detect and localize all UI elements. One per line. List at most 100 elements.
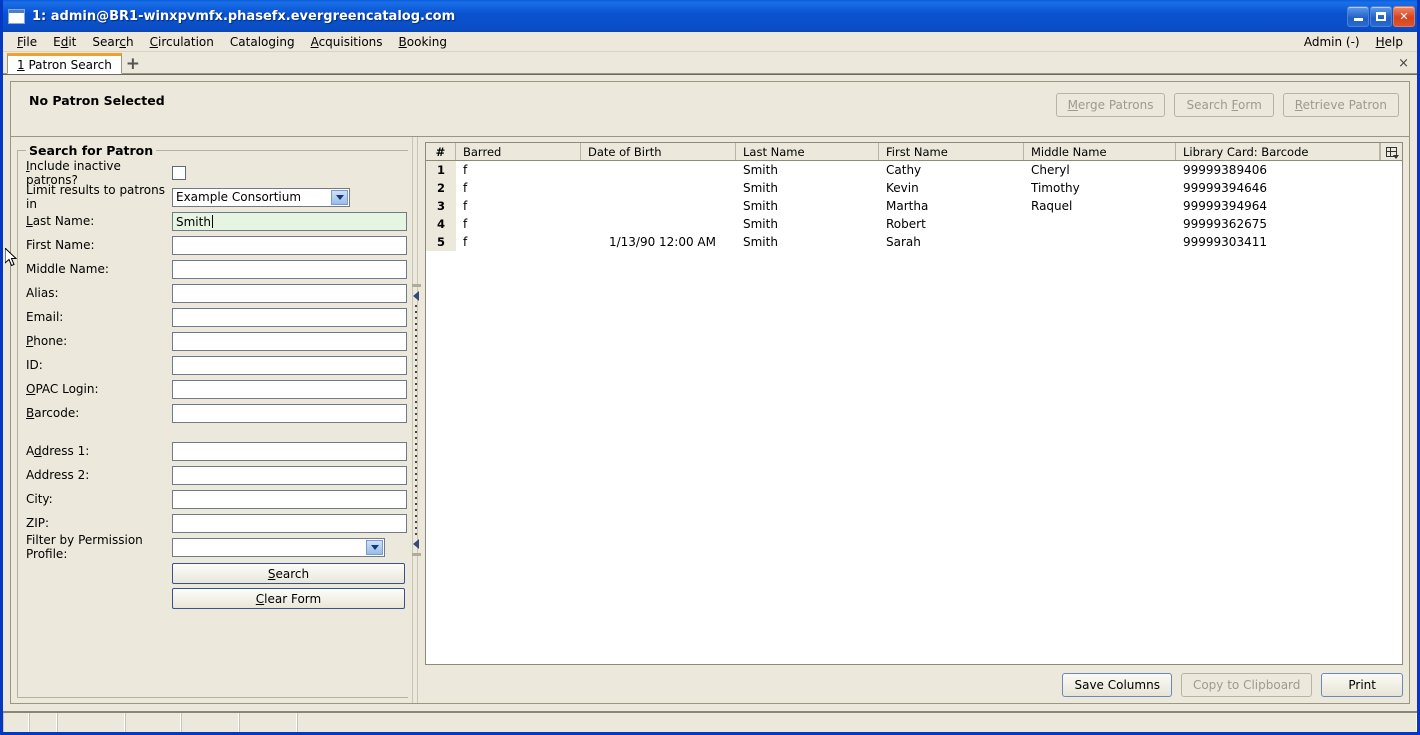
permission-profile-select[interactable] [172,537,385,557]
field-row-address-2: Address 2: [26,463,407,487]
collapse-left-arrow-icon-2[interactable] [413,539,419,549]
field-row-first-name: First Name: [26,233,407,257]
status-segment-5 [181,713,239,732]
column-picker-button[interactable] [1380,143,1402,160]
print-button[interactable]: Print [1321,672,1403,697]
include-inactive-checkbox[interactable] [172,166,186,180]
merge-patrons-button[interactable]: Merge Patrons [1055,93,1166,117]
zip-input[interactable] [172,513,407,533]
search-for-patron-group: Search for Patron Include inactive patro… [17,143,408,698]
collapse-left-arrow-icon[interactable] [413,291,419,301]
search-form-button[interactable]: Search Form [1174,93,1274,117]
last-name-label: Last Name: [26,214,95,228]
cell-num: 5 [426,233,456,251]
cell-barred: f [463,199,468,213]
chevron-down-icon [366,539,383,555]
menu-search[interactable]: Search [84,34,141,50]
patron-status-label: No Patron Selected [29,93,165,108]
menu-booking[interactable]: Booking [391,34,455,50]
permission-profile-label: Filter by Permission Profile: [26,533,143,561]
alias-label: Alias: [26,286,59,300]
cell-dob: 1/13/90 12:00 AM [608,235,716,249]
close-button[interactable]: ✕ [1393,5,1415,27]
middle-name-label: Middle Name: [26,262,109,276]
field-row-barcode: Barcode: [26,401,407,425]
menu-acquisitions[interactable]: Acquisitions [303,34,391,50]
column-header-first[interactable]: First Name [879,143,1024,160]
barcode-input[interactable] [172,403,407,423]
column-header-num[interactable]: # [426,143,456,160]
limit-results-label: Limit results to patrons in [26,183,165,211]
maximize-button[interactable] [1370,5,1392,27]
table-row[interactable]: 3 f Smith Martha Raquel 99999394964 [426,197,1402,215]
close-tab-icon[interactable]: × [1398,56,1409,71]
table-row[interactable]: 1 f Smith Cathy Cheryl 99999389406 [426,161,1402,179]
mouse-cursor [5,248,18,267]
column-header-last[interactable]: Last Name [736,143,879,160]
tab-number: 1 [17,57,25,72]
limit-results-select[interactable]: Example Consortium [172,187,350,207]
field-row-phone: Phone: [26,329,407,353]
menu-admin[interactable]: Admin (-) [1296,34,1368,50]
cell-middle [1024,233,1176,251]
table-row[interactable]: 4 f Smith Robert 99999362675 [426,215,1402,233]
cell-first: Robert [886,217,926,231]
address-1-input[interactable] [172,441,407,461]
clear-form-button[interactable]: Clear Form [172,588,405,609]
email-input[interactable] [172,307,407,327]
field-row-include-inactive: Include inactive patrons? [26,159,407,187]
id-input[interactable] [172,355,407,375]
column-header-dob[interactable]: Date of Birth [581,143,736,160]
address-2-label: Address 2: [26,468,90,482]
chevron-down-icon [331,189,348,205]
minimize-button[interactable] [1347,5,1369,27]
cell-middle [1024,215,1176,233]
cell-last: Smith [743,163,778,177]
address-1-label: Address 1: [26,444,90,458]
new-tab-button[interactable]: + [122,53,144,74]
menu-help[interactable]: Help [1368,34,1411,50]
save-columns-button[interactable]: Save Columns [1062,672,1172,697]
status-segment-3 [57,713,125,732]
splitter-grip[interactable] [415,305,417,535]
cell-barcode: 99999394646 [1183,181,1267,195]
menu-edit[interactable]: Edit [45,34,84,50]
splitter-cap-top [411,284,421,287]
first-name-input[interactable] [172,235,407,255]
menu-cataloging[interactable]: Cataloging [222,34,303,50]
close-icon: ✕ [1399,9,1409,23]
form-spacer [26,425,407,439]
middle-name-input[interactable] [172,259,407,279]
opac-login-input[interactable] [172,379,407,399]
search-button[interactable]: Search [172,563,405,584]
window-title: 1: admin@BR1-winxpvmfx.phasefx.evergreen… [32,8,456,24]
table-row[interactable]: 5 f 1/13/90 12:00 AM Smith Sarah 99999303411 [426,233,1402,251]
field-row-alias: Alias: [26,281,407,305]
menu-file[interactable]: FFileile [9,34,45,50]
last-name-input[interactable]: Smith [172,211,407,231]
splitter-cap-bottom [411,553,421,556]
copy-to-clipboard-button[interactable]: Copy to Clipboard [1180,672,1313,697]
city-input[interactable] [172,489,407,509]
patron-summary-bar: No Patron Selected Merge Patrons Search … [10,81,1410,136]
status-segment-7 [297,713,1417,732]
retrieve-patron-button[interactable]: Retrieve Patron [1282,93,1399,117]
title-bar: 1: admin@BR1-winxpvmfx.phasefx.evergreen… [3,0,1417,32]
column-header-barcode[interactable]: Library Card: Barcode [1176,143,1380,160]
address-2-input[interactable] [172,465,407,485]
pane-splitter[interactable] [408,136,424,704]
menu-circulation[interactable]: Circulation [142,34,222,50]
tab-patron-search[interactable]: 1 Patron Search [7,53,122,74]
alias-input[interactable] [172,283,407,303]
phone-input[interactable] [172,331,407,351]
column-picker-icon [1386,146,1399,159]
application-window: 1: admin@BR1-winxpvmfx.phasefx.evergreen… [0,0,1420,735]
status-segment-2 [29,713,57,732]
cell-barred: f [463,181,468,195]
column-header-barred[interactable]: Barred [456,143,581,160]
table-row[interactable]: 2 f Smith Kevin Timothy 99999394646 [426,179,1402,197]
cell-last: Smith [743,235,778,249]
column-header-middle[interactable]: Middle Name [1024,143,1176,160]
cell-middle: Timothy [1031,181,1080,195]
field-row-email: Email: [26,305,407,329]
